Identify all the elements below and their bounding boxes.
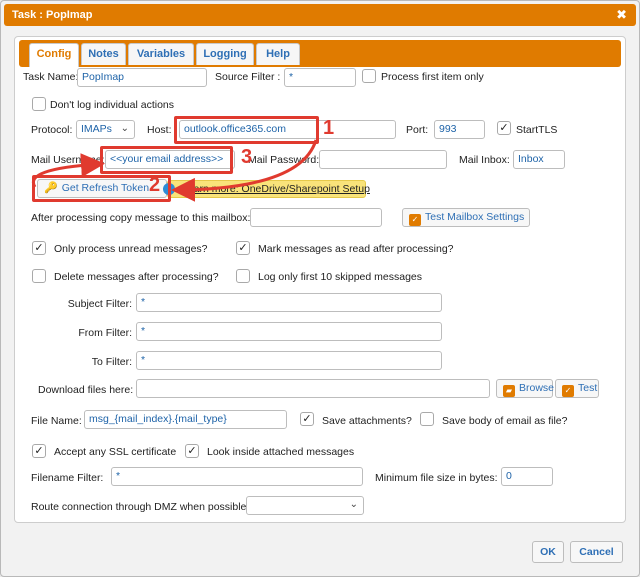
task-dialog: Task : PopImap ✖ Config Notes Variables … xyxy=(0,0,640,577)
arrow-1-to-2 xyxy=(171,139,318,202)
arrow-2-to-3 xyxy=(31,153,105,188)
annotation-arrows xyxy=(31,139,318,202)
